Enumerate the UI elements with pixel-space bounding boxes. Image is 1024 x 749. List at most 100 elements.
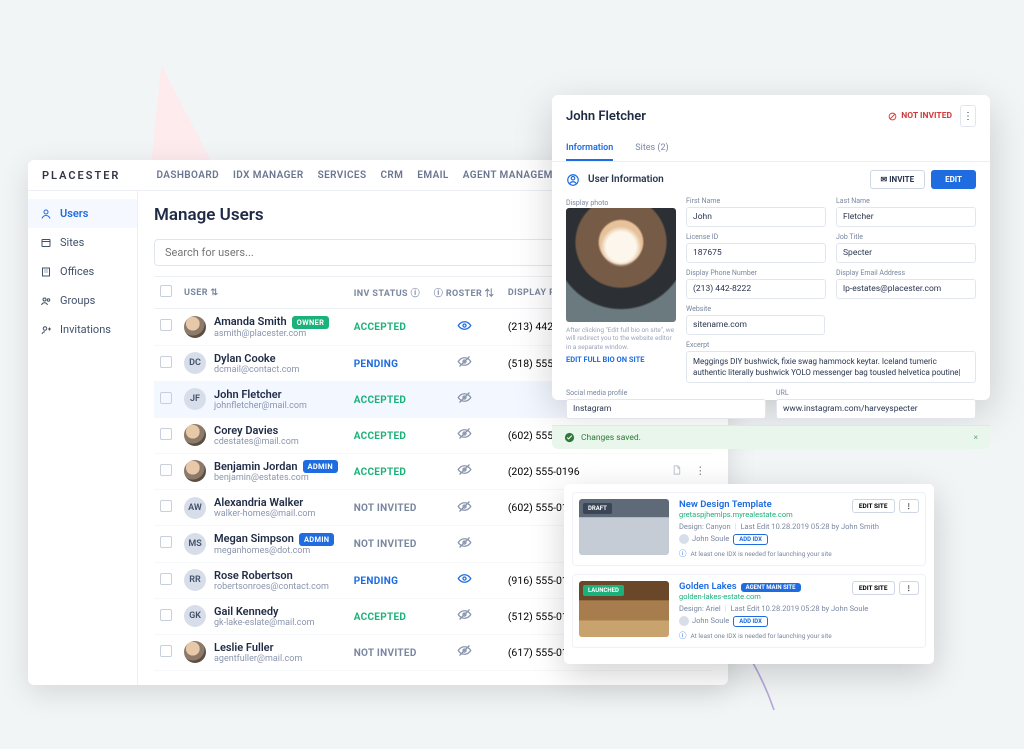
site-thumbnail[interactable]: LAUNCHED xyxy=(579,581,669,637)
saved-toast: Changes saved. × xyxy=(552,425,990,449)
sidebar-item-invitations[interactable]: Invitations xyxy=(28,315,137,344)
inv-status: ACCEPTED xyxy=(354,322,407,333)
admin-avatar xyxy=(679,534,689,544)
search-input-wrap[interactable] xyxy=(154,239,588,266)
nav-services[interactable]: SERVICES xyxy=(318,170,367,181)
add-idx-button[interactable]: ADD IDX xyxy=(733,616,768,627)
add-idx-button[interactable]: ADD IDX xyxy=(733,534,768,545)
sidebar-item-groups[interactable]: Groups xyxy=(28,286,137,315)
roster-visibility-icon[interactable] xyxy=(457,426,472,441)
site-title-link[interactable]: New Design Template xyxy=(679,499,772,510)
edit-button[interactable]: EDIT xyxy=(931,170,976,189)
avatar: AW xyxy=(184,497,206,519)
role-badge: ADMIN xyxy=(299,533,334,546)
avatar: RR xyxy=(184,569,206,591)
job-title-field[interactable]: Specter xyxy=(836,243,976,263)
col-user[interactable]: USER ⇅ xyxy=(178,277,348,309)
roster-visibility-icon[interactable] xyxy=(457,607,472,622)
phone-field[interactable]: (213) 442-8222 xyxy=(686,279,826,299)
row-checkbox[interactable] xyxy=(160,464,172,476)
user-name: Corey Davies xyxy=(214,424,299,437)
edit-bio-link[interactable]: EDIT FULL BIO ON SITE xyxy=(566,355,676,364)
site-more-button[interactable]: ⋮ xyxy=(899,499,920,513)
document-icon[interactable] xyxy=(671,463,682,477)
nav-crm[interactable]: CRM xyxy=(380,170,403,181)
row-checkbox[interactable] xyxy=(160,319,172,331)
user-name: John Fletcher xyxy=(214,388,307,401)
row-checkbox[interactable] xyxy=(160,573,172,585)
profile-more-button[interactable]: ⋮ xyxy=(960,105,976,127)
user-email: johnfletcher@mail.com xyxy=(214,401,307,411)
user-email: robertsonroes@contact.com xyxy=(214,582,329,592)
row-more-icon[interactable]: ⋮ xyxy=(695,464,706,478)
roster-visibility-icon[interactable] xyxy=(457,643,472,658)
site-meta: Design: Canyon|Last Edit 10.28.2019 05:2… xyxy=(679,522,919,531)
sidebar-item-sites[interactable]: Sites xyxy=(28,228,137,257)
brand-logo: PLACESTER xyxy=(42,169,120,182)
user-name: Leslie Fuller xyxy=(214,641,302,654)
row-checkbox[interactable] xyxy=(160,609,172,621)
roster-visibility-icon[interactable] xyxy=(457,499,472,514)
user-profile-panel: John Fletcher NOT INVITED ⋮ Information … xyxy=(552,95,990,400)
social-url-field[interactable]: www.instagram.com/harveyspecter xyxy=(776,399,976,419)
nav-email[interactable]: EMAIL xyxy=(417,170,448,181)
user-name: Amanda SmithOWNER xyxy=(214,315,329,329)
site-more-button[interactable]: ⋮ xyxy=(899,581,920,595)
site-meta: Design: Ariel|Last Edit 10.28.2019 05:28… xyxy=(679,604,919,613)
user-icon xyxy=(40,208,52,220)
col-inv-status[interactable]: INV STATUS ⓘ xyxy=(348,277,428,309)
inv-status: NOT INVITED xyxy=(354,648,417,659)
role-badge: ADMIN xyxy=(303,460,338,473)
tab-sites[interactable]: Sites (2) xyxy=(635,137,668,161)
last-name-field[interactable]: Fletcher xyxy=(836,207,976,227)
avatar: GK xyxy=(184,605,206,627)
role-badge: OWNER xyxy=(292,316,330,329)
roster-visibility-icon[interactable] xyxy=(457,390,472,405)
invite-button[interactable]: ✉ INVITE xyxy=(870,170,926,189)
user-email: gk-lake-eslate@mail.com xyxy=(214,618,315,628)
inv-status: ACCEPTED xyxy=(354,467,407,478)
row-checkbox[interactable] xyxy=(160,356,172,368)
photo-label: Display photo xyxy=(566,199,608,207)
nav-dashboard[interactable]: DASHBOARD xyxy=(156,170,219,181)
avatar: MS xyxy=(184,533,206,555)
profile-section-title: User Information xyxy=(588,174,664,185)
roster-visibility-icon[interactable] xyxy=(457,535,472,550)
search-input[interactable] xyxy=(165,246,565,259)
user-email: agentfuller@mail.com xyxy=(214,654,302,664)
edit-site-button[interactable]: EDIT SITE xyxy=(852,581,895,595)
row-checkbox[interactable] xyxy=(160,645,172,657)
license-field[interactable]: 187675 xyxy=(686,243,826,263)
row-checkbox[interactable] xyxy=(160,428,172,440)
select-all-checkbox[interactable] xyxy=(160,285,172,297)
row-checkbox[interactable] xyxy=(160,392,172,404)
roster-visibility-icon[interactable] xyxy=(457,354,472,369)
avatar: DC xyxy=(184,352,206,374)
site-thumbnail[interactable]: DRAFT xyxy=(579,499,669,555)
profile-status-badge: NOT INVITED xyxy=(888,111,952,121)
roster-visibility-icon[interactable] xyxy=(457,462,472,477)
avatar: JF xyxy=(184,388,206,410)
user-email: cdestates@mail.com xyxy=(214,437,299,447)
nav-idx-manager[interactable]: IDX MANAGER xyxy=(233,170,304,181)
excerpt-field[interactable]: Meggings DIY bushwick, fixie swag hammoc… xyxy=(686,351,976,383)
sidebar-item-users[interactable]: Users xyxy=(28,199,137,228)
site-card: DRAFTNew Design Templategretaspjhemlps.m… xyxy=(572,492,926,566)
website-field[interactable]: sitename.com xyxy=(686,315,825,335)
col-roster[interactable]: ⓘ ROSTER ⇅ xyxy=(428,277,502,309)
toast-close-icon[interactable]: × xyxy=(973,433,978,443)
invite-icon xyxy=(40,324,52,336)
edit-site-button[interactable]: EDIT SITE xyxy=(852,499,895,513)
row-checkbox[interactable] xyxy=(160,536,172,548)
user-name: Rose Robertson xyxy=(214,569,329,582)
roster-visibility-icon[interactable] xyxy=(457,571,472,586)
social-profile-field[interactable]: Instagram xyxy=(566,399,766,419)
sidebar-item-offices[interactable]: Offices xyxy=(28,257,137,286)
tab-information[interactable]: Information xyxy=(566,137,613,161)
roster-visibility-icon[interactable] xyxy=(457,318,472,333)
avatar xyxy=(184,424,206,446)
first-name-field[interactable]: John xyxy=(686,207,826,227)
row-checkbox[interactable] xyxy=(160,500,172,512)
email-field[interactable]: lp-estates@placester.com xyxy=(836,279,976,299)
site-title-link[interactable]: Golden Lakes xyxy=(679,581,737,592)
